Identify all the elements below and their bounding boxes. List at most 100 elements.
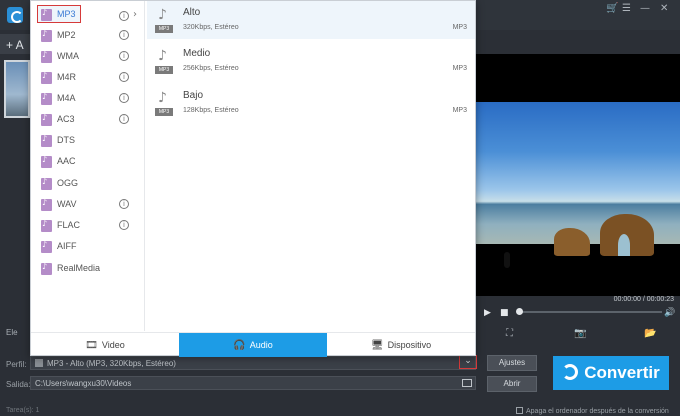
- format-item-aiff[interactable]: AIFF: [37, 237, 141, 257]
- format-label: RealMedia: [57, 263, 101, 273]
- music-note-icon: ♪ MP3: [155, 48, 173, 74]
- volume-icon[interactable]: 🔊: [664, 308, 675, 318]
- open-folder-icon[interactable]: 📂: [644, 328, 656, 339]
- audio-file-icon: [41, 177, 52, 190]
- side-label: Ele: [6, 328, 18, 337]
- app-logo-icon: [7, 7, 23, 23]
- tab-label: Dispositivo: [387, 340, 432, 350]
- quality-name: Bajo: [183, 90, 204, 101]
- format-item-ogg[interactable]: OGG: [37, 174, 141, 194]
- quality-item-medium[interactable]: ♪ MP3 Medio 256Kbps, Estéreo MP3: [147, 42, 475, 80]
- format-label: DTS: [57, 135, 75, 145]
- info-icon[interactable]: i: [119, 72, 129, 82]
- format-label: AC3: [57, 114, 75, 124]
- info-icon[interactable]: i: [119, 11, 129, 21]
- info-icon[interactable]: i: [119, 220, 129, 230]
- format-item-m4a[interactable]: M4A i: [37, 89, 141, 109]
- info-icon[interactable]: i: [119, 114, 129, 124]
- minimize-icon[interactable]: —: [640, 3, 650, 14]
- audio-file-icon: [41, 155, 52, 168]
- quality-format: MP3: [452, 65, 467, 72]
- menu-icon[interactable]: ☰: [622, 3, 631, 14]
- quality-name: Medio: [183, 48, 211, 59]
- quality-desc: 320Kbps, Estéreo: [183, 24, 239, 31]
- format-label: M4R: [57, 72, 77, 82]
- video-preview: [474, 54, 680, 296]
- seek-bar[interactable]: [518, 311, 662, 313]
- format-item-flac[interactable]: FLAC i: [37, 216, 141, 236]
- tab-label: Video: [101, 340, 125, 350]
- seek-handle[interactable]: [516, 308, 523, 315]
- output-path-field[interactable]: C:\Users\wangxu30\Videos: [30, 376, 476, 390]
- quality-item-low[interactable]: ♪ MP3 Bajo 128Kbps, Estéreo MP3: [147, 84, 475, 122]
- audio-file-icon: [41, 240, 52, 253]
- add-files-button[interactable]: + A: [6, 38, 24, 52]
- quality-format: MP3: [452, 24, 467, 31]
- stop-icon[interactable]: ■: [500, 308, 509, 318]
- audio-file-icon: [41, 92, 52, 105]
- film-reel-icon: 🎞: [85, 340, 98, 351]
- snapshot-icon[interactable]: 📷: [574, 328, 586, 339]
- close-icon[interactable]: ✕: [660, 3, 668, 14]
- convert-label: Convertir: [584, 363, 660, 382]
- audio-file-icon: [41, 219, 52, 232]
- shutdown-checkbox-row[interactable]: Apaga el ordenador después de la convers…: [516, 407, 669, 415]
- format-item-wma[interactable]: WMA i: [37, 47, 141, 67]
- format-item-dts[interactable]: DTS: [37, 131, 141, 151]
- format-label: AIFF: [57, 241, 77, 251]
- headphones-icon: 🎧: [233, 340, 246, 351]
- format-label: WMA: [57, 51, 79, 61]
- info-icon[interactable]: i: [119, 93, 129, 103]
- tab-device[interactable]: 🖥 Dispositivo: [327, 333, 475, 357]
- shutdown-checkbox[interactable]: [516, 407, 523, 414]
- format-item-realmedia[interactable]: RealMedia: [37, 259, 141, 279]
- play-icon[interactable]: ▶: [484, 308, 491, 318]
- audio-file-icon: [41, 8, 52, 21]
- cart-icon[interactable]: 🛒: [606, 3, 618, 14]
- open-button[interactable]: Abrir: [487, 376, 537, 392]
- device-icon: 🖥: [370, 340, 384, 351]
- format-item-wav[interactable]: WAV i: [37, 195, 141, 215]
- format-dropdown: MP3 i › MP2 i WMA i M4R i M4A i AC3 i: [30, 0, 476, 357]
- profile-type-icon: [35, 359, 43, 367]
- quality-item-high[interactable]: ♪ MP3 Alto 320Kbps, Estéreo MP3: [147, 1, 475, 39]
- timecode: 00:00:00 / 00:00:23: [613, 296, 674, 303]
- chevron-right-icon: ›: [133, 9, 137, 20]
- output-path-value: C:\Users\wangxu30\Videos: [35, 379, 132, 388]
- format-item-mp2[interactable]: MP2 i: [37, 26, 141, 46]
- crop-icon[interactable]: ⛶: [506, 328, 513, 339]
- info-icon[interactable]: i: [119, 199, 129, 209]
- format-label: M4A: [57, 93, 76, 103]
- format-label: AAC: [57, 156, 76, 166]
- audio-file-icon: [41, 113, 52, 126]
- runner-silhouette: [504, 252, 510, 268]
- format-item-aac[interactable]: AAC: [37, 152, 141, 172]
- profile-field[interactable]: MP3 - Alto (MP3, 320Kbps, Estéreo): [30, 356, 476, 370]
- format-label: WAV: [57, 199, 77, 209]
- format-item-mp3[interactable]: MP3: [37, 5, 81, 23]
- format-label: MP3: [57, 9, 76, 19]
- info-icon[interactable]: i: [119, 51, 129, 61]
- shutdown-label: Apaga el ordenador después de la convers…: [526, 408, 669, 415]
- format-label: MP2: [57, 30, 76, 40]
- tab-audio[interactable]: 🎧 Audio: [179, 333, 327, 357]
- chevron-down-icon[interactable]: ⌄: [459, 355, 477, 369]
- quality-name: Alto: [183, 7, 201, 18]
- audio-file-icon: [41, 198, 52, 211]
- category-tabs: 🎞 Video 🎧 Audio 🖥 Dispositivo: [31, 332, 475, 357]
- audio-file-icon: [41, 29, 52, 42]
- video-thumbnail[interactable]: [4, 60, 30, 118]
- settings-button[interactable]: Ajustes: [487, 355, 537, 371]
- format-item-ac3[interactable]: AC3 i: [37, 110, 141, 130]
- format-label: OGG: [57, 178, 79, 188]
- rock-arch-small: [554, 228, 590, 256]
- music-note-icon: ♪ MP3: [155, 7, 173, 33]
- quality-desc: 256Kbps, Estéreo: [183, 65, 239, 72]
- info-icon[interactable]: i: [119, 30, 129, 40]
- format-label: FLAC: [57, 220, 81, 230]
- audio-file-icon: [41, 134, 52, 147]
- browse-folder-icon[interactable]: [462, 379, 472, 387]
- convert-button[interactable]: Convertir: [553, 356, 669, 390]
- format-item-m4r[interactable]: M4R i: [37, 68, 141, 88]
- tab-video[interactable]: 🎞 Video: [31, 333, 179, 357]
